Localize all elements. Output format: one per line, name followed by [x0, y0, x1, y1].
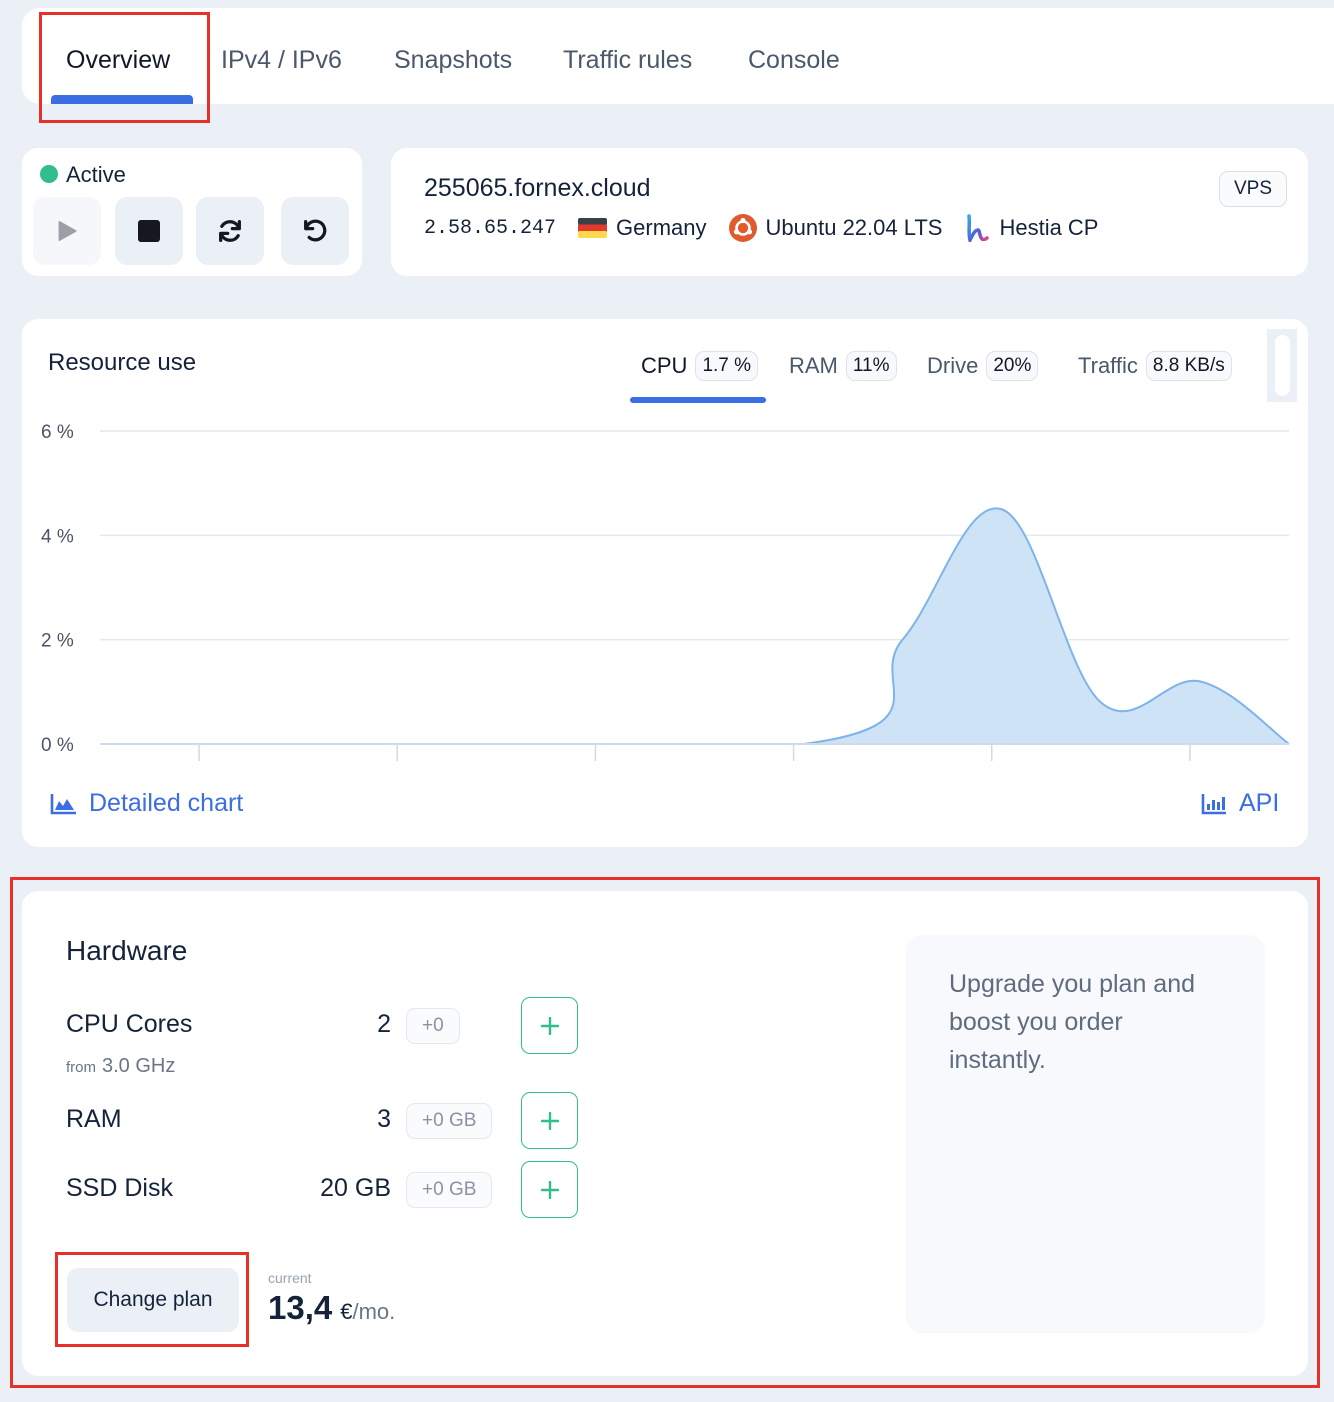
add-disk-button[interactable]	[521, 1161, 578, 1218]
cpu-frequency: from 3.0 GHz	[66, 1055, 175, 1078]
change-plan-button[interactable]: Change plan	[67, 1268, 239, 1332]
plus-icon	[540, 1111, 559, 1130]
server-controls: Active	[22, 148, 362, 276]
cpu-frequency-prefix: from	[66, 1059, 96, 1076]
hardware-card: Hardware CPU Cores from 3.0 GHz 2 +0 RAM …	[22, 891, 1308, 1376]
operating-system: Ubuntu 22.04 LTS	[728, 214, 943, 242]
tab-overview[interactable]: Overview	[66, 46, 170, 75]
upgrade-info-panel: Upgrade you plan and boost you order ins…	[906, 935, 1265, 1333]
add-cpu-button[interactable]	[521, 997, 578, 1054]
hardware-title: Hardware	[66, 935, 188, 966]
hestia-icon	[964, 214, 990, 242]
price-value: 13,4	[268, 1289, 333, 1326]
price-currency: €	[340, 1299, 353, 1324]
ram-delta: +0 GB	[406, 1103, 493, 1139]
tab-bar: Overview IPv4 / IPv6 Snapshots Traffic r…	[22, 8, 1334, 104]
undo-icon	[304, 219, 327, 242]
api-link[interactable]: API	[1201, 789, 1279, 818]
germany-flag-icon	[578, 218, 608, 238]
reinstall-button[interactable]	[281, 197, 349, 265]
stop-icon	[138, 220, 160, 242]
status-indicator-icon	[40, 165, 58, 183]
stop-button[interactable]	[115, 197, 183, 265]
start-button[interactable]	[33, 197, 101, 265]
resource-use-card: Resource use CPU 1.7 % RAM 11% Drive 20%…	[22, 319, 1308, 847]
server-hostname: 255065.fornex.cloud	[424, 174, 651, 202]
cpu-usage-chart: 0 % 2 % 4 % 6 %	[41, 422, 1290, 761]
y-tick-label: 6 %	[41, 422, 74, 443]
detailed-chart-link[interactable]: Detailed chart	[50, 789, 243, 818]
play-icon	[58, 220, 77, 242]
ubuntu-icon	[728, 214, 757, 242]
upgrade-text: Upgrade you plan and boost you order ins…	[949, 970, 1196, 1074]
plus-icon	[540, 1180, 559, 1199]
y-tick-label: 4 %	[41, 526, 74, 547]
price-caption: current	[268, 1270, 312, 1286]
control-panel: Hestia CP	[964, 214, 1099, 242]
location: Germany	[578, 215, 707, 241]
cpu-cores-label: CPU Cores	[66, 1010, 193, 1038]
location-label: Germany	[616, 215, 707, 240]
ssd-disk-delta: +0 GB	[406, 1172, 493, 1208]
current-price: 13,4 € /mo.	[268, 1289, 395, 1327]
cpu-cores-value: 2	[377, 1010, 391, 1038]
tab-console[interactable]: Console	[748, 46, 840, 75]
area-chart-icon	[50, 793, 77, 815]
panel-label: Hestia CP	[999, 215, 1099, 240]
bar-chart-icon	[1201, 793, 1227, 815]
y-tick-label: 2 %	[41, 631, 74, 652]
ram-label: RAM	[66, 1105, 122, 1133]
tab-ipv4-ipv6[interactable]: IPv4 / IPv6	[221, 46, 342, 75]
price-period: /mo.	[352, 1299, 396, 1324]
cpu-frequency-value: 3.0 GHz	[102, 1055, 176, 1077]
ip-address: 2.58.65.247	[424, 216, 557, 240]
server-details-row: 2.58.65.247 Germany Ubuntu 22.04 LTS Hes…	[424, 214, 1121, 242]
cpu-cores-delta: +0	[406, 1008, 460, 1044]
os-label: Ubuntu 22.04 LTS	[765, 215, 943, 240]
api-label: API	[1239, 789, 1280, 817]
ssd-disk-value: 20 GB	[320, 1174, 391, 1202]
ssd-disk-label: SSD Disk	[66, 1174, 173, 1202]
plus-icon	[540, 1016, 559, 1035]
tab-snapshots[interactable]: Snapshots	[394, 46, 512, 75]
ram-value: 3	[377, 1105, 391, 1133]
tab-traffic-rules[interactable]: Traffic rules	[563, 46, 692, 75]
refresh-icon	[219, 220, 241, 242]
restart-button[interactable]	[196, 197, 264, 265]
server-type-badge: VPS	[1218, 171, 1287, 207]
y-tick-label: 0 %	[41, 735, 74, 756]
series-line-cpu	[99, 507, 1290, 746]
server-info: 255065.fornex.cloud VPS 2.58.65.247 Germ…	[391, 148, 1308, 276]
status-label: Active	[66, 162, 126, 187]
detailed-chart-label: Detailed chart	[89, 789, 244, 817]
add-ram-button[interactable]	[521, 1092, 578, 1149]
active-tab-indicator	[51, 95, 193, 104]
